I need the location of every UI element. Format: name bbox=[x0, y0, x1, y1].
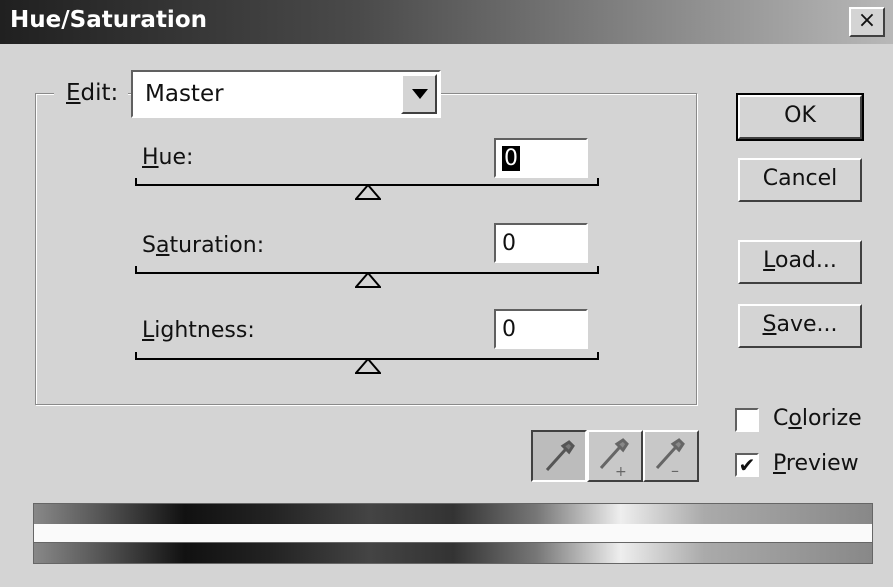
edit-dropdown-value: Master bbox=[145, 81, 224, 107]
lightness-input[interactable]: 0 bbox=[494, 309, 588, 349]
colorize-label: Colorize bbox=[773, 406, 862, 431]
input-spectrum-bar bbox=[33, 503, 873, 525]
hue-input[interactable]: 0 bbox=[494, 138, 588, 178]
lightness-slider-thumb[interactable] bbox=[355, 358, 381, 374]
lightness-label: Lightness: bbox=[142, 318, 255, 343]
eyedropper-plus-icon[interactable]: + bbox=[587, 430, 643, 482]
dialog-title: Hue/Saturation bbox=[10, 7, 207, 33]
hue-slider-thumb[interactable] bbox=[355, 184, 381, 200]
edit-label: Edit: bbox=[54, 80, 129, 106]
title-bar: Hue/Saturation × bbox=[0, 0, 893, 44]
saturation-label: Saturation: bbox=[142, 233, 265, 258]
preview-label: Preview bbox=[773, 451, 859, 476]
saturation-input[interactable]: 0 bbox=[494, 223, 588, 263]
cancel-button[interactable]: Cancel bbox=[738, 158, 862, 202]
eyedropper-minus-icon[interactable]: – bbox=[643, 430, 699, 482]
eyedropper-tools: + – bbox=[531, 430, 699, 482]
load-button[interactable]: Load... bbox=[738, 240, 862, 284]
saturation-slider-thumb[interactable] bbox=[355, 272, 381, 288]
edit-dropdown[interactable]: Master bbox=[131, 70, 441, 118]
save-button[interactable]: Save... bbox=[738, 304, 862, 348]
close-button[interactable]: × bbox=[849, 7, 885, 37]
output-spectrum-bar bbox=[33, 542, 873, 564]
preview-checkbox[interactable]: ✔ bbox=[735, 453, 759, 477]
svg-text:–: – bbox=[671, 461, 679, 480]
hue-label: Hue: bbox=[142, 145, 194, 170]
ok-button[interactable]: OK bbox=[736, 93, 864, 141]
chevron-down-icon[interactable] bbox=[401, 74, 437, 114]
svg-text:+: + bbox=[615, 464, 627, 480]
colorize-checkbox[interactable] bbox=[735, 408, 759, 432]
eyedropper-icon[interactable] bbox=[531, 430, 587, 482]
